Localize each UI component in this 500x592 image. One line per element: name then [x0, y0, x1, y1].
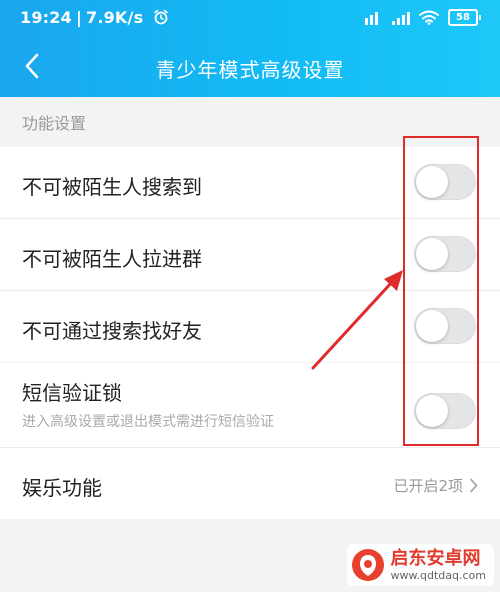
privacy-settings-card: 不可被陌生人搜索到 不可被陌生人拉进群 不可通过搜索找好友 — [0, 147, 500, 362]
section-label: 功能设置 — [22, 114, 87, 133]
watermark-url: www.qdtdaq.com — [390, 568, 486, 582]
setting-label: 不可通过搜索找好友 — [22, 319, 202, 343]
entertainment-status: 已开启2项 — [393, 477, 463, 495]
entertainment-value: 已开启2项 — [393, 475, 478, 496]
signal-bars-icon-2 — [392, 11, 410, 25]
sms-lock-toggle[interactable] — [414, 393, 476, 429]
site-watermark: 启东安卓网 www.qdtdaq.com — [346, 544, 494, 586]
setting-row-entertainment[interactable]: 娱乐功能 已开启2项 — [0, 448, 500, 519]
chevron-right-icon — [470, 478, 478, 493]
signal-bars-icon — [362, 11, 383, 25]
nav-bar: 青少年模式高级设置 — [0, 34, 500, 97]
toggle-knob — [416, 166, 448, 198]
toggle-knob — [416, 310, 448, 342]
status-icons: 58 — [362, 9, 481, 26]
app-header: 19:24 | 7.9K/s 58 青少年模式高级设置 — [0, 0, 500, 97]
setting-label: 娱乐功能 — [22, 476, 102, 500]
find-friends-toggle[interactable] — [414, 308, 476, 344]
setting-description: 进入高级设置或退出模式需进行短信验证 — [22, 414, 274, 430]
pulled-into-group-toggle[interactable] — [414, 236, 476, 272]
security-settings-card: 短信验证锁 进入高级设置或退出模式需进行短信验证 娱乐功能 已开启2项 — [0, 363, 500, 519]
status-bar: 19:24 | 7.9K/s 58 — [0, 0, 500, 34]
search-by-stranger-toggle[interactable] — [414, 164, 476, 200]
status-time: 19:24 | 7.9K/s — [20, 8, 169, 27]
watermark-text: 启东安卓网 www.qdtdaq.com — [390, 547, 486, 582]
setting-label: 不可被陌生人拉进群 — [22, 247, 202, 271]
setting-label: 短信验证锁 — [22, 381, 122, 405]
network-speed: 7.9K/s — [85, 8, 144, 27]
alarm-clock-icon — [154, 9, 168, 25]
setting-row-sms-lock: 短信验证锁 进入高级设置或退出模式需进行短信验证 — [0, 363, 500, 448]
setting-row-find-friends: 不可通过搜索找好友 — [0, 291, 500, 362]
clock-time: 19:24 — [20, 8, 72, 27]
setting-label: 不可被陌生人搜索到 — [22, 175, 202, 199]
setting-row-pulled-into-group: 不可被陌生人拉进群 — [0, 219, 500, 291]
toggle-knob — [416, 395, 448, 427]
watermark-logo-icon — [351, 549, 384, 581]
watermark-name: 启东安卓网 — [390, 547, 481, 569]
wifi-icon — [419, 10, 439, 25]
setting-row-search-by-stranger: 不可被陌生人搜索到 — [0, 147, 500, 219]
toggle-knob — [416, 238, 448, 270]
battery-indicator: 58 — [448, 9, 481, 26]
page-title: 青少年模式高级设置 — [155, 58, 345, 82]
